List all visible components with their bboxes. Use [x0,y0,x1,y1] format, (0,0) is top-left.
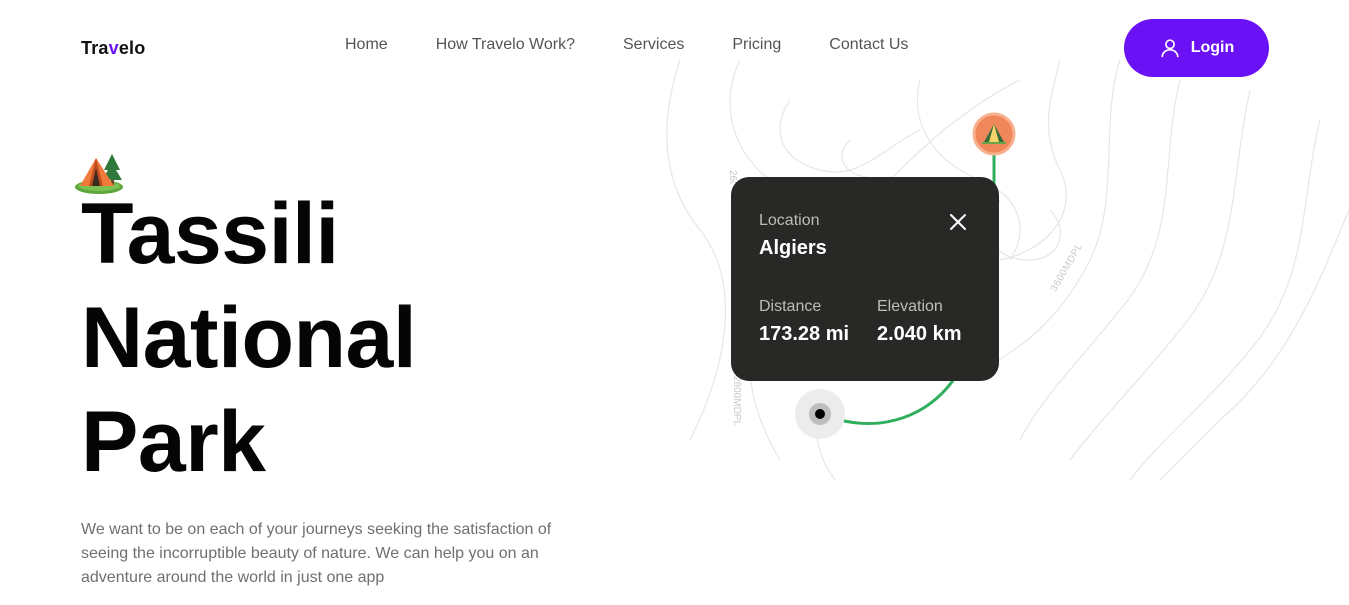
close-button[interactable] [945,209,971,235]
user-icon [1161,39,1179,58]
nav-pricing[interactable]: Pricing [732,36,781,54]
tent-pin-icon [972,112,1016,156]
logo-text-accent: v [108,38,119,58]
elevation-value: 2.040 km [877,323,962,345]
location-value: Algiers [759,237,827,259]
logo[interactable]: Travelo [81,38,145,59]
landing-page: Travelo Home How Travelo Work? Services … [0,0,1349,605]
location-info-card: Location Algiers Distance 173.28 mi Elev… [731,177,999,381]
elevation-label: Elevation [877,298,943,315]
distance-label: Distance [759,298,822,315]
hero-title-line-1: Tassili [81,186,339,282]
hero-title-line-3: Park [81,394,266,490]
contour-label-2800: 2800MDPL [731,376,742,427]
main-nav: Home How Travelo Work? Services Pricing … [345,36,908,54]
start-point-icon [795,389,845,439]
close-icon [950,214,966,230]
login-label: Login [1190,39,1235,56]
distance-value: 173.28 mi [759,323,850,345]
nav-services[interactable]: Services [623,36,684,54]
logo-text-end: elo [118,38,146,58]
logo-text-start: Tra [81,38,109,58]
hero-title: Tassili National Park [81,182,417,494]
hero-title-line-2: National [81,290,417,386]
nav-home[interactable]: Home [345,36,388,54]
nav-how-it-works[interactable]: How Travelo Work? [436,36,575,54]
location-label: Location [759,212,820,229]
nav-contact-us[interactable]: Contact Us [829,36,908,54]
hero-description: We want to be on each of your journeys s… [81,521,552,586]
